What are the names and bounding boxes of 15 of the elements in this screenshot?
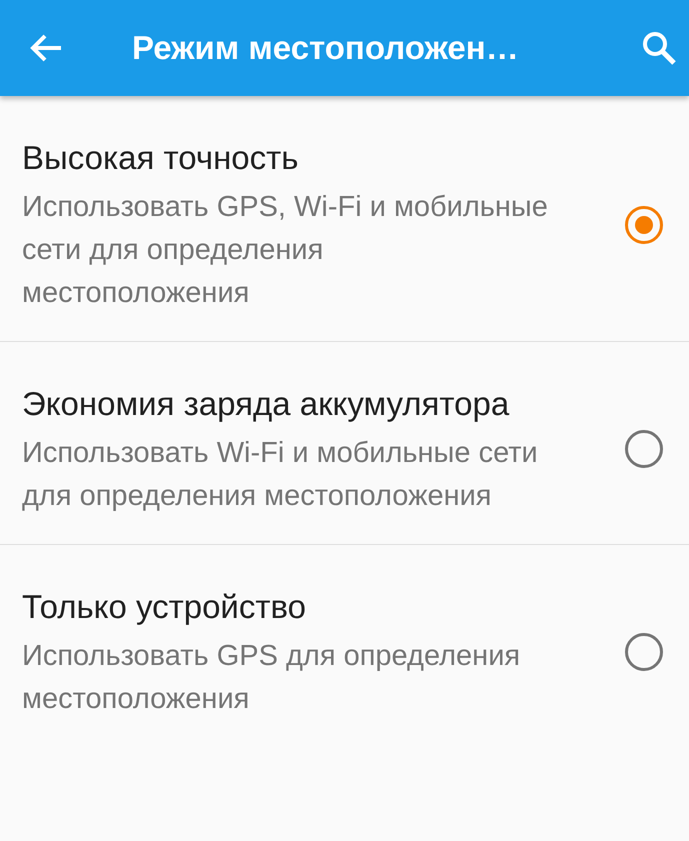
option-summary: Использовать Wi-Fi и мобильные сети для определения местоположения (22, 436, 539, 514)
option-title: Экономия заряда аккумулятора (22, 384, 510, 424)
search-icon (641, 30, 677, 66)
back-arrow-icon (29, 33, 63, 63)
radio-button[interactable] (625, 430, 663, 468)
option-title: Высокая точность (22, 138, 300, 178)
screen-title: Режим местоположен… (132, 28, 519, 68)
option-summary: Использовать GPS, Wi-Fi и мобильные сети для определения местоположения (22, 190, 549, 311)
location-mode-option[interactable]: Экономия заряда аккумулятора Использовать Wi-Fi и мобильные сети для определения местоположения (0, 342, 689, 545)
option-summary: Использовать GPS для определения местоположения (22, 639, 522, 717)
radio-button[interactable] (625, 633, 663, 671)
location-mode-option[interactable]: Высокая точность Использовать GPS, Wi-Fi и мобильные сети для определения местоположения (0, 96, 689, 342)
location-mode-option[interactable]: Только устройство Использовать GPS для определения местоположения (0, 545, 689, 747)
option-title: Только устройство (22, 587, 307, 627)
radio-button[interactable] (625, 206, 663, 244)
